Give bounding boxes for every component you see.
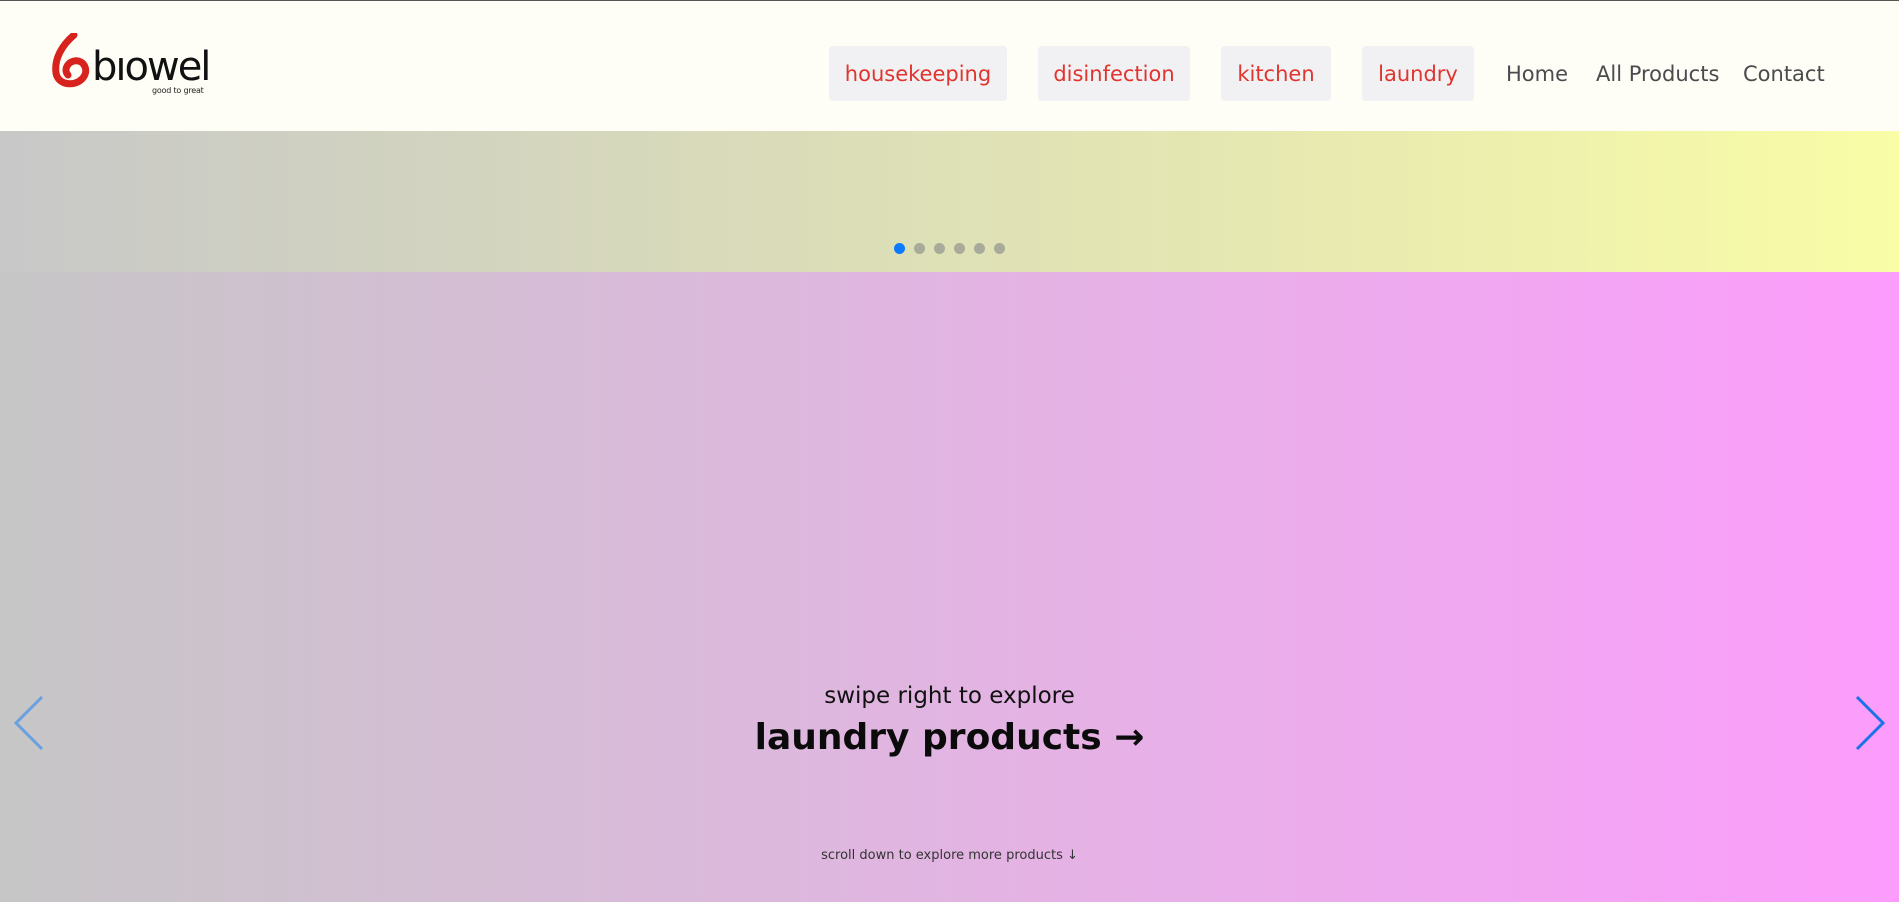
carousel-dot-5[interactable]: [974, 243, 985, 254]
nav-category-disinfection[interactable]: disinfection: [1038, 46, 1190, 101]
carousel-dot-2[interactable]: [914, 243, 925, 254]
carousel-banner: [0, 131, 1899, 272]
nav-link-contact[interactable]: Contact: [1743, 46, 1825, 101]
nav-link-all-products[interactable]: All Products: [1596, 46, 1719, 101]
carousel-slide[interactable]: [0, 272, 1899, 902]
slide-subtitle: swipe right to explore: [824, 683, 1075, 709]
slide-title-link[interactable]: laundry products →: [0, 717, 1899, 758]
carousel-dot-3[interactable]: [934, 243, 945, 254]
scroll-hint: scroll down to explore more products ↓: [821, 848, 1078, 863]
nav-category-housekeeping[interactable]: housekeeping: [829, 46, 1007, 101]
carousel-dot-6[interactable]: [994, 243, 1005, 254]
main-nav: housekeeping disinfection kitchen laundr…: [0, 46, 1899, 102]
carousel-dot-4[interactable]: [954, 243, 965, 254]
carousel-dot-1[interactable]: [894, 243, 905, 254]
nav-link-home[interactable]: Home: [1506, 46, 1568, 101]
nav-category-laundry[interactable]: laundry: [1362, 46, 1474, 101]
nav-category-kitchen[interactable]: kitchen: [1221, 46, 1331, 101]
site-header: bıowel good to great housekeeping disinf…: [0, 1, 1899, 131]
